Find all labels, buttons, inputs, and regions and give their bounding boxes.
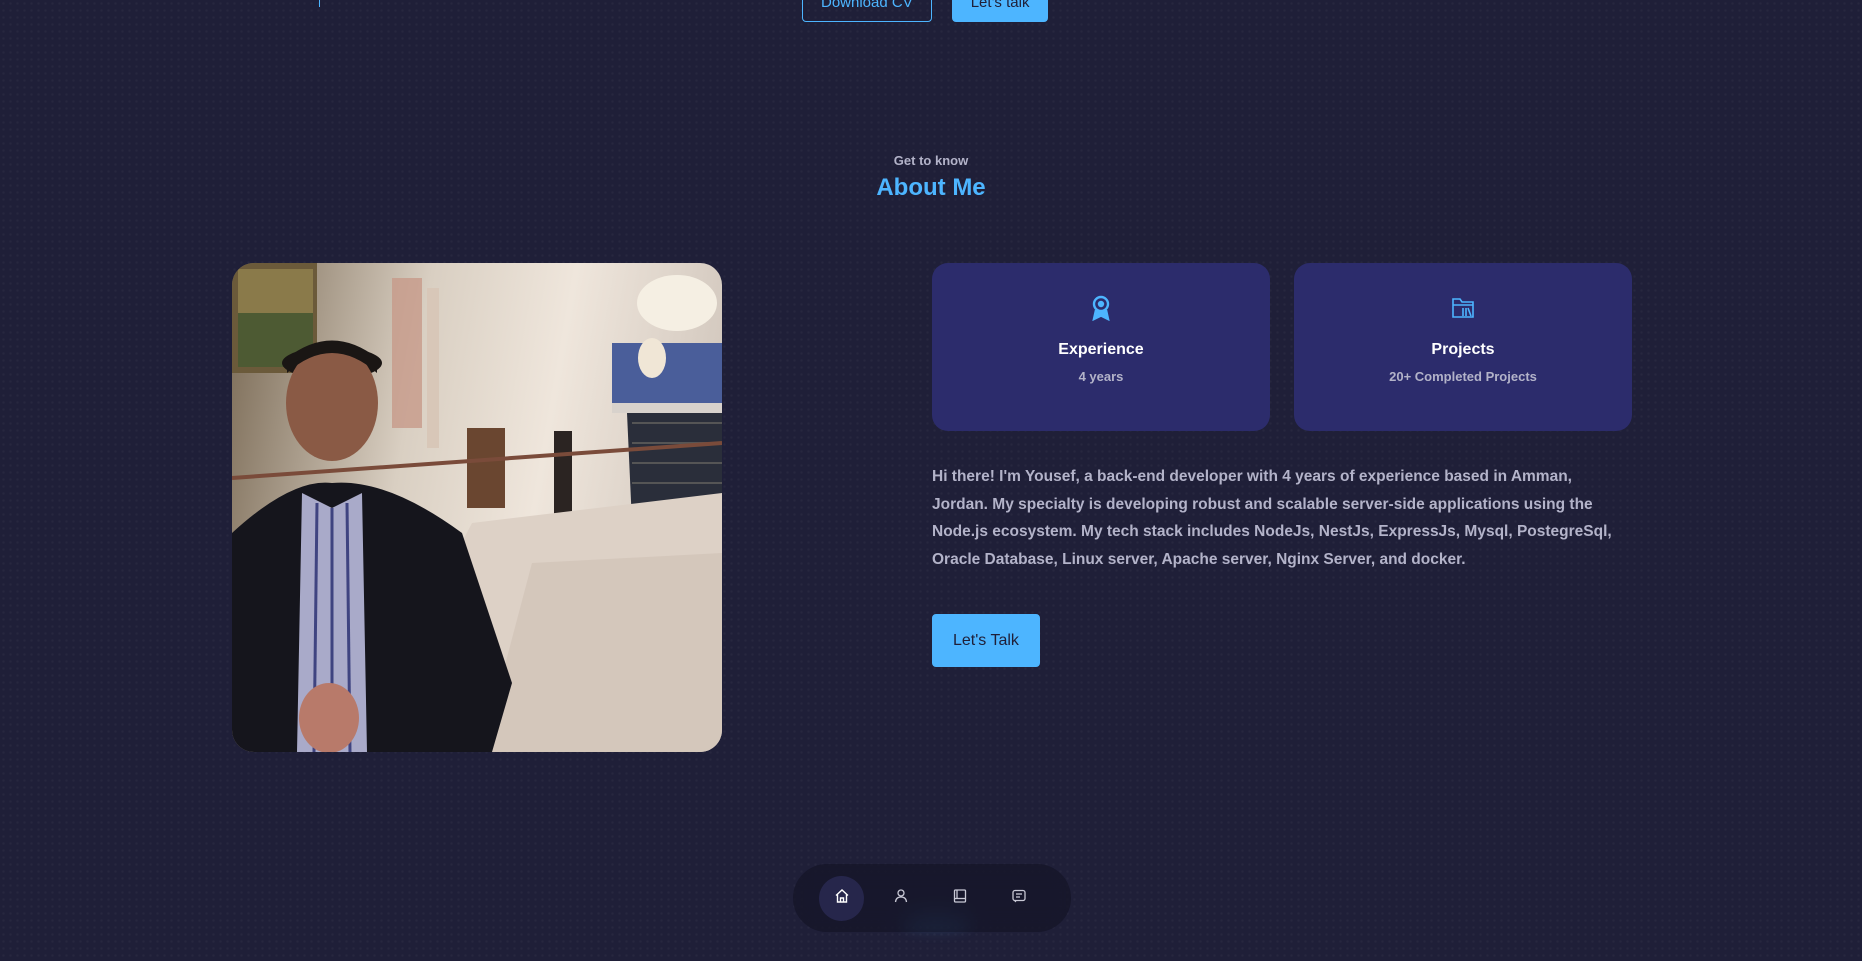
projects-value: 20+ Completed Projects: [1389, 369, 1537, 384]
user-icon: [893, 888, 909, 909]
profile-photo: [232, 263, 722, 752]
experience-title: Experience: [1058, 341, 1144, 358]
projects-card: Projects 20+ Completed Projects: [1294, 263, 1632, 431]
nav-about[interactable]: [878, 876, 923, 921]
experience-value: 4 years: [1078, 369, 1124, 384]
nav-contact[interactable]: [996, 876, 1041, 921]
book-icon: [952, 888, 968, 909]
lets-talk-button[interactable]: Let's Talk: [932, 614, 1040, 667]
nav-experience[interactable]: [937, 876, 982, 921]
about-kicker: Get to know: [893, 153, 969, 168]
lets-talk-header-button[interactable]: Let's talk: [951, 0, 1049, 22]
award-icon: [932, 293, 1270, 323]
header-divider: [319, 0, 320, 7]
nav-home[interactable]: [819, 875, 864, 921]
hero-buttons: Download CV Let's talk: [802, 0, 1049, 22]
experience-card: Experience 4 years: [932, 263, 1270, 431]
about-cards: Experience 4 years Projects 20+ Complete…: [932, 263, 1632, 431]
about-heading: About Me: [876, 174, 986, 201]
download-cv-button[interactable]: Download CV: [802, 0, 932, 22]
about-header: Get to know About Me: [0, 153, 1862, 202]
message-icon: [1011, 888, 1027, 909]
folder-icon: [1294, 293, 1632, 323]
about-bio: Hi there! I'm Yousef, a back-end develop…: [932, 468, 1612, 568]
home-icon: [834, 888, 850, 909]
projects-title: Projects: [1431, 341, 1495, 358]
bottom-nav: [793, 864, 1071, 932]
